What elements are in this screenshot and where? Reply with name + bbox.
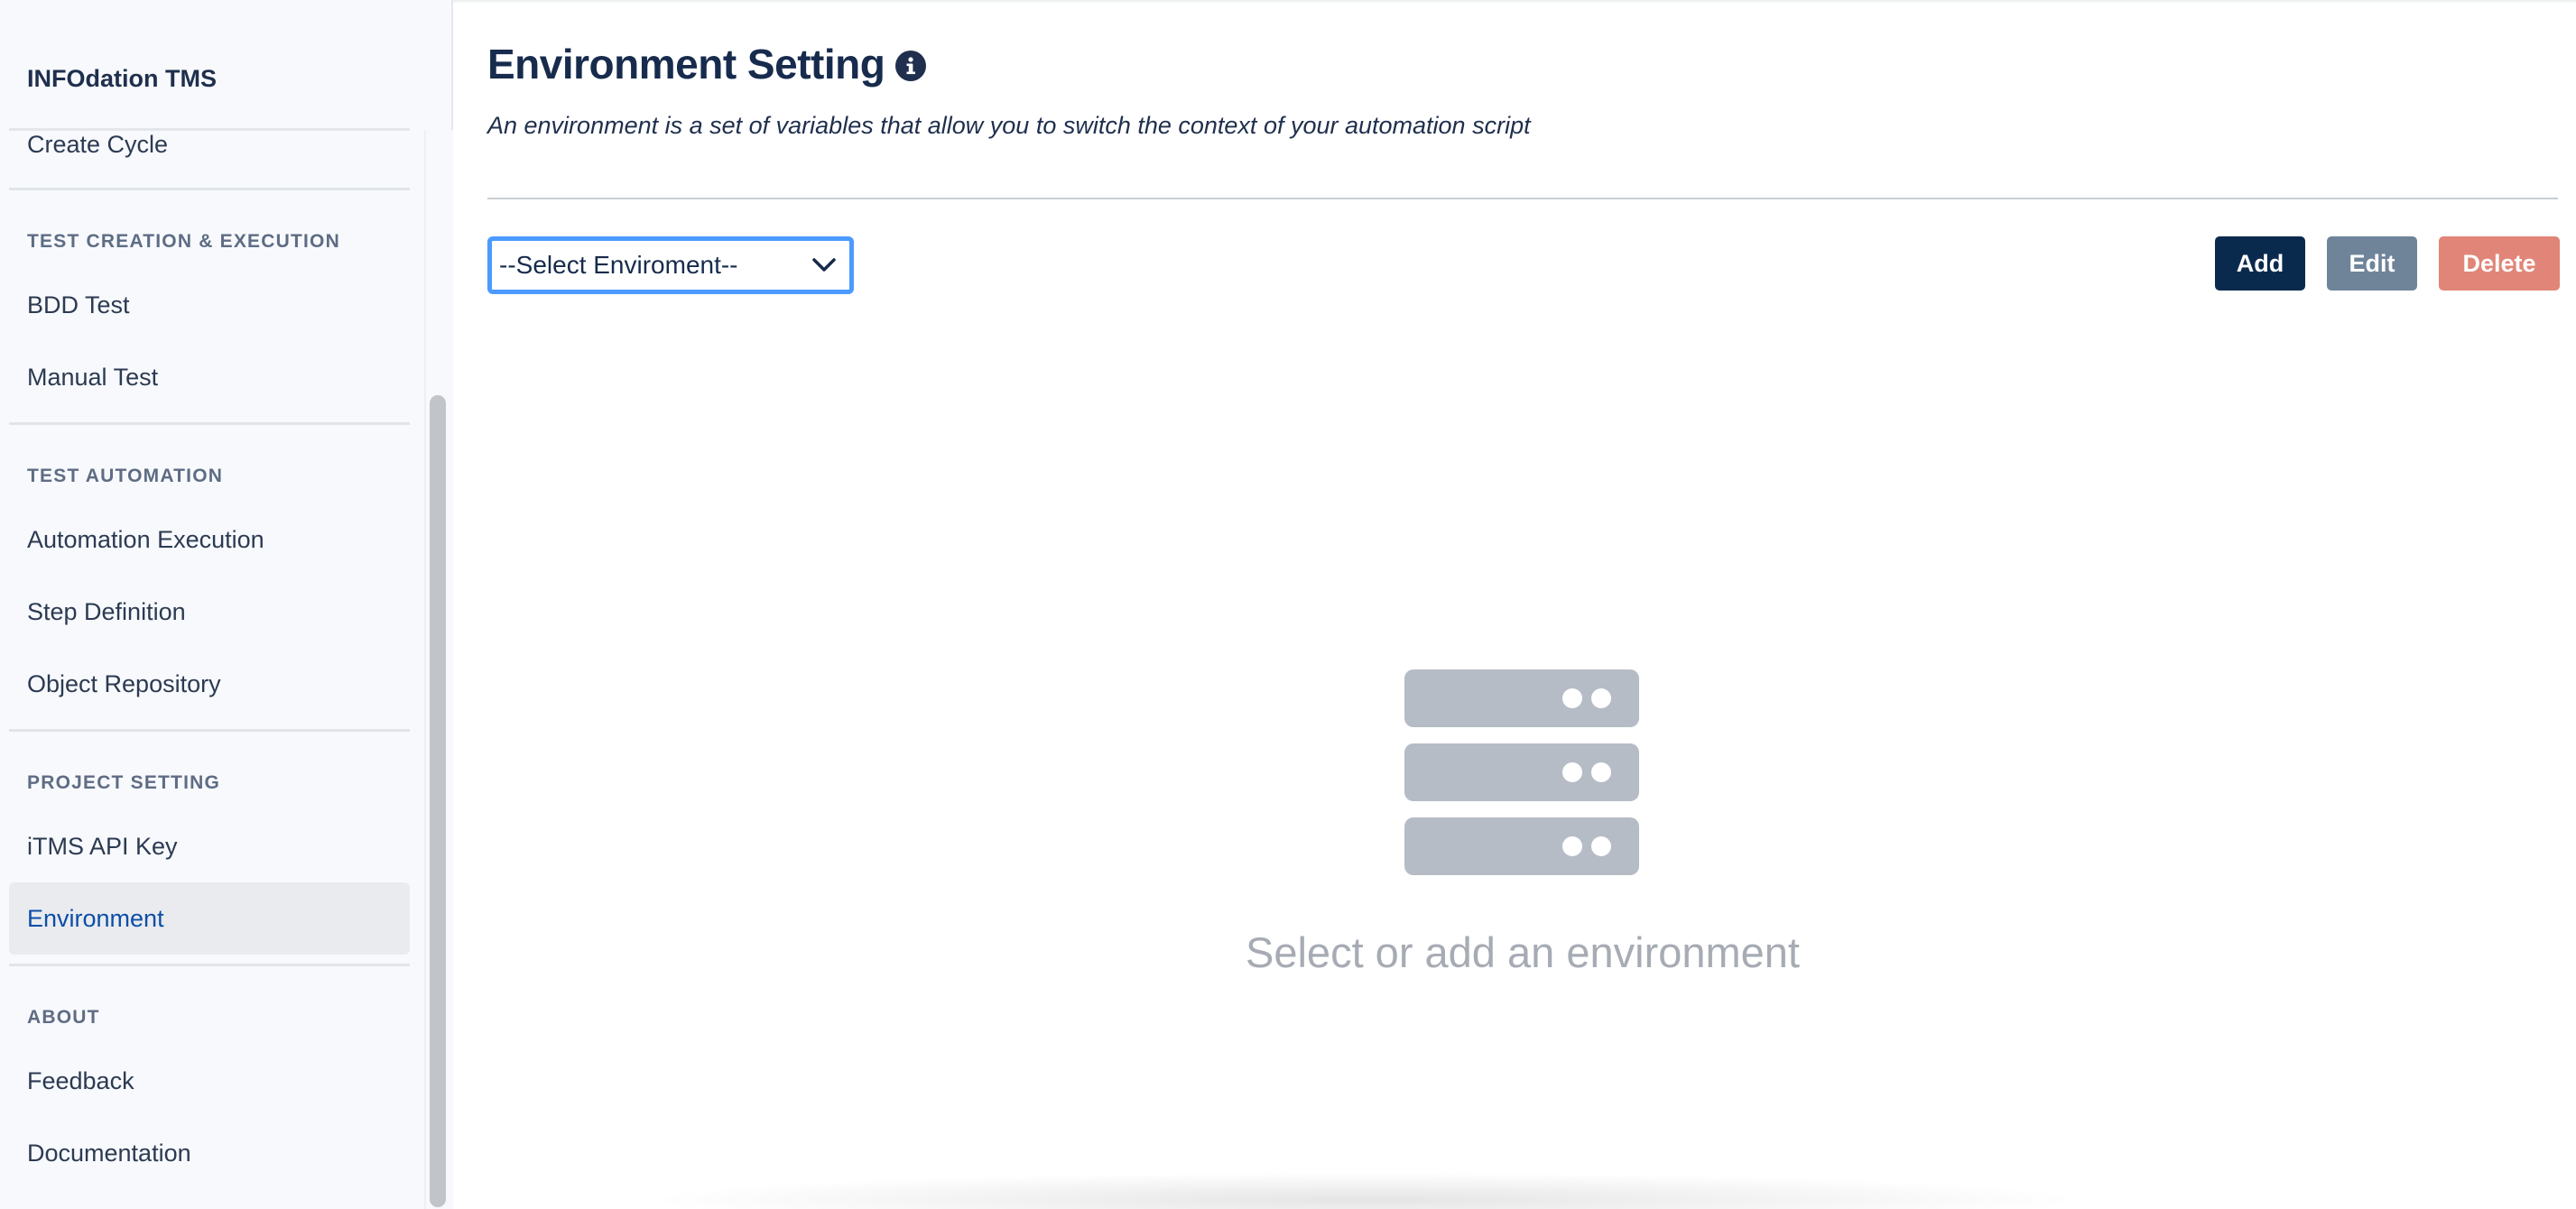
sidebar-item-label: iTMS API Key xyxy=(27,832,178,860)
edit-button[interactable]: Edit xyxy=(2327,236,2417,291)
section-title-test-automation: TEST AUTOMATION xyxy=(27,466,224,486)
sidebar-item-environment[interactable]: Environment xyxy=(9,882,410,955)
sidebar-item-label: Manual Test xyxy=(27,363,159,391)
page-subtitle: An environment is a set of variables tha… xyxy=(487,112,1531,139)
sidebar-item-label: Environment xyxy=(27,904,164,932)
add-button[interactable]: Add xyxy=(2215,236,2305,291)
sidebar-scrollbar-thumb[interactable] xyxy=(430,395,446,1207)
section-divider xyxy=(9,422,410,425)
delete-button[interactable]: Delete xyxy=(2439,236,2560,291)
sidebar-nav: Create Cycle TEST CREATION & EXECUTION B… xyxy=(0,130,424,1209)
section-divider xyxy=(9,964,410,966)
sidebar-item-bdd-test[interactable]: BDD Test xyxy=(9,269,410,341)
sidebar-item-label: Step Definition xyxy=(27,597,186,625)
sidebar-item-label: BDD Test xyxy=(27,291,130,318)
title-row: Environment Setting xyxy=(487,40,927,88)
header-divider xyxy=(487,198,2558,199)
sidebar-item-label: Automation Execution xyxy=(27,525,264,553)
environment-select-value: --Select Enviroment-- xyxy=(499,251,738,279)
environment-select[interactable]: --Select Enviroment-- xyxy=(487,236,854,294)
sidebar-item-manual-test[interactable]: Manual Test xyxy=(9,341,410,413)
sidebar-item-object-repository[interactable]: Object Repository xyxy=(9,648,410,720)
brand-title: INFOdation TMS xyxy=(27,65,217,92)
sidebar-item-step-definition[interactable]: Step Definition xyxy=(9,576,410,648)
page-title: Environment Setting xyxy=(487,41,885,88)
sidebar-item-create-cycle[interactable]: Create Cycle xyxy=(9,108,410,180)
section-divider xyxy=(9,188,410,190)
sidebar-item-automation-execution[interactable]: Automation Execution xyxy=(9,503,410,576)
sidebar-item-itms-api-key[interactable]: iTMS API Key xyxy=(9,810,410,882)
main-content: Environment Setting An environment is a … xyxy=(455,0,2576,1209)
section-title-project-setting: PROJECT SETTING xyxy=(27,772,221,793)
sidebar-item-label: Feedback xyxy=(27,1066,134,1094)
section-title-about: ABOUT xyxy=(27,1007,100,1028)
sidebar-item-label: Create Cycle xyxy=(27,130,169,158)
info-icon[interactable] xyxy=(895,51,927,81)
sidebar-item-documentation[interactable]: Documentation xyxy=(9,1117,410,1189)
empty-state-text: Select or add an environment xyxy=(1246,928,1800,976)
chevron-down-icon xyxy=(806,247,842,283)
sidebar-item-label: Documentation xyxy=(27,1139,191,1167)
sidebar-item-feedback[interactable]: Feedback xyxy=(9,1045,410,1117)
section-title-test-creation: TEST CREATION & EXECUTION xyxy=(27,231,340,252)
sidebar: INFOdation TMS Create Cycle TEST CREATIO… xyxy=(0,0,453,1209)
section-divider xyxy=(9,729,410,732)
sidebar-item-label: Object Repository xyxy=(27,669,221,697)
server-stack-icon xyxy=(1403,668,1641,875)
bottom-shadow xyxy=(663,1173,2071,1209)
app-root: INFOdation TMS Create Cycle TEST CREATIO… xyxy=(0,0,2576,1209)
